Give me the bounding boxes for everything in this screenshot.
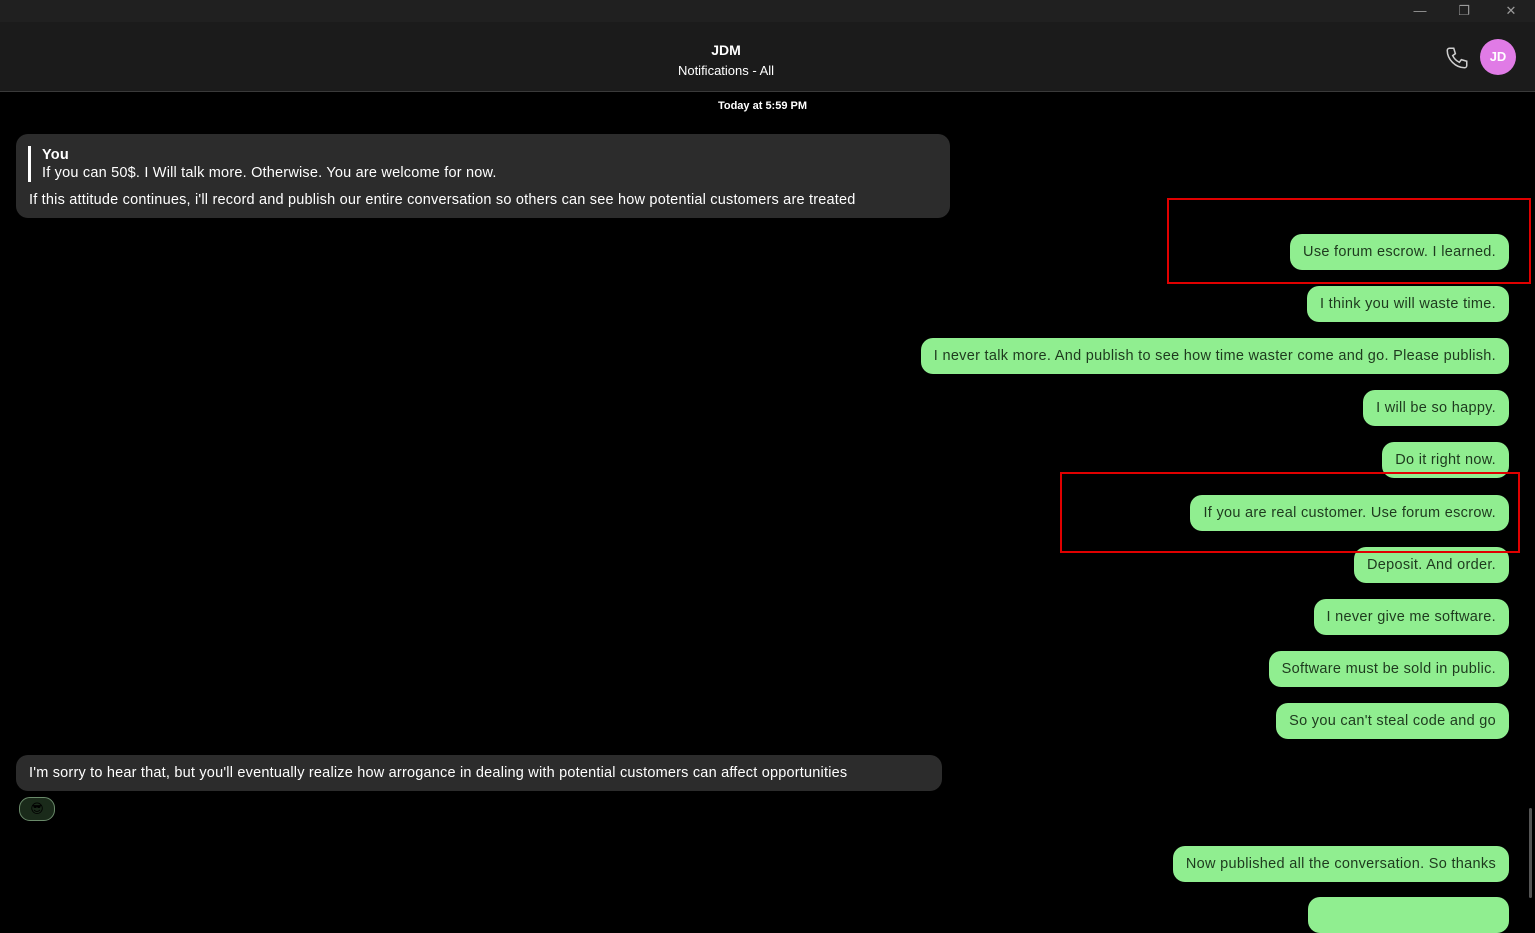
message-text: If this attitude continues, i'll record … [29, 192, 856, 208]
close-icon[interactable]: ✕ [1488, 0, 1534, 22]
scrollbar[interactable] [1529, 808, 1532, 898]
notification-setting[interactable]: Notifications - All [0, 63, 1452, 78]
outgoing-message[interactable]: I never talk more. And publish to see ho… [920, 338, 1509, 374]
incoming-message[interactable]: You If you can 50$. I Will talk more. Ot… [16, 134, 950, 218]
highlight-box [1060, 472, 1520, 553]
chat-header: JDM Notifications - All [0, 22, 1535, 92]
quote-author: You [42, 147, 69, 163]
outgoing-message[interactable]: I think you will waste time. [1306, 286, 1509, 322]
window-titlebar: — ❐ ✕ [0, 0, 1535, 22]
message-timestamp: Today at 5:59 PM [717, 100, 808, 112]
contact-name[interactable]: JDM [0, 42, 1452, 58]
outgoing-message[interactable]: Software must be sold in public. [1268, 651, 1509, 687]
highlight-box [1167, 198, 1531, 284]
reaction-badge[interactable]: 😎 [19, 797, 55, 821]
phone-icon[interactable] [1444, 45, 1470, 71]
quote-text: If you can 50$. I Will talk more. Otherw… [42, 165, 497, 181]
minimize-icon[interactable]: — [1397, 0, 1443, 22]
restore-icon[interactable]: ❐ [1441, 0, 1487, 22]
message-text: I'm sorry to hear that, but you'll event… [29, 765, 848, 781]
quoted-reply[interactable]: You If you can 50$. I Will talk more. Ot… [28, 146, 497, 182]
outgoing-message[interactable]: I will be so happy. [1363, 390, 1509, 426]
outgoing-message[interactable]: Now published all the conversation. So t… [1172, 846, 1509, 882]
outgoing-message-partial[interactable] [1308, 897, 1509, 933]
outgoing-message[interactable]: I never give me software. [1313, 599, 1509, 635]
avatar[interactable]: JD [1480, 39, 1516, 75]
incoming-message[interactable]: I'm sorry to hear that, but you'll event… [16, 755, 942, 791]
outgoing-message[interactable]: So you can't steal code and go [1276, 703, 1509, 739]
